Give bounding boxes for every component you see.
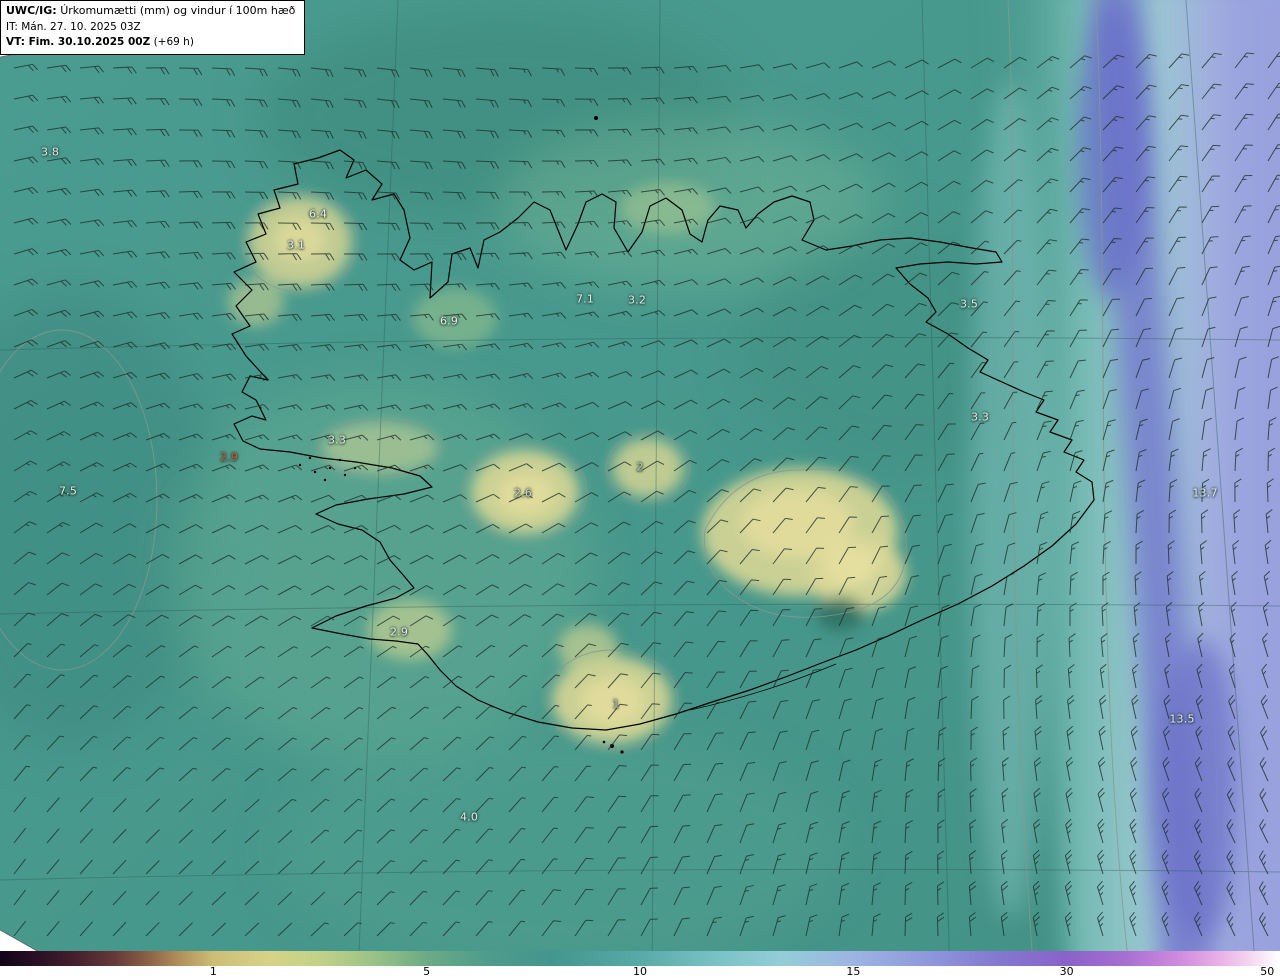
valid-time: VT: Fim. 30.10.2025 00Z (+69 h) [6,35,295,51]
valid-time-offset: (+69 h) [153,36,194,49]
valid-time-main: VT: Fim. 30.10.2025 00Z [6,36,151,49]
precipitation-wind-map [0,0,1280,978]
colorbar-tick-label: 5 [423,965,431,978]
colorbar: 1 5 10 15 30 50 [0,951,1280,978]
moist-band-east [970,0,1280,978]
colorbar-tick-label: 10 [633,965,647,978]
weather-map-stage: 4.23.86.43.17.13.26.93.53.33.32.97.52.62… [0,0,1280,978]
colorbar-gradient [0,951,1280,966]
colorbar-tick-label: 1 [209,965,217,978]
colorbar-tick-label: 30 [1059,965,1074,978]
colorbar-tick-label: 15 [846,965,861,978]
init-time: IT: Mán. 27. 10. 2025 03Z [6,20,141,33]
map-title: UWC/IG: Úrkomumætti (mm) og vindur í 100… [6,3,295,20]
colorbar-tick-label: 50 [1260,965,1275,978]
model-name: UWC/IG: [6,4,57,17]
colorbar-ticks: 1 5 10 15 30 50 [0,965,1280,978]
map-title-text: Úrkomumætti (mm) og vindur í 100m hæð [60,4,296,17]
model-info-box: UWC/IG: Úrkomumætti (mm) og vindur í 100… [0,0,306,55]
